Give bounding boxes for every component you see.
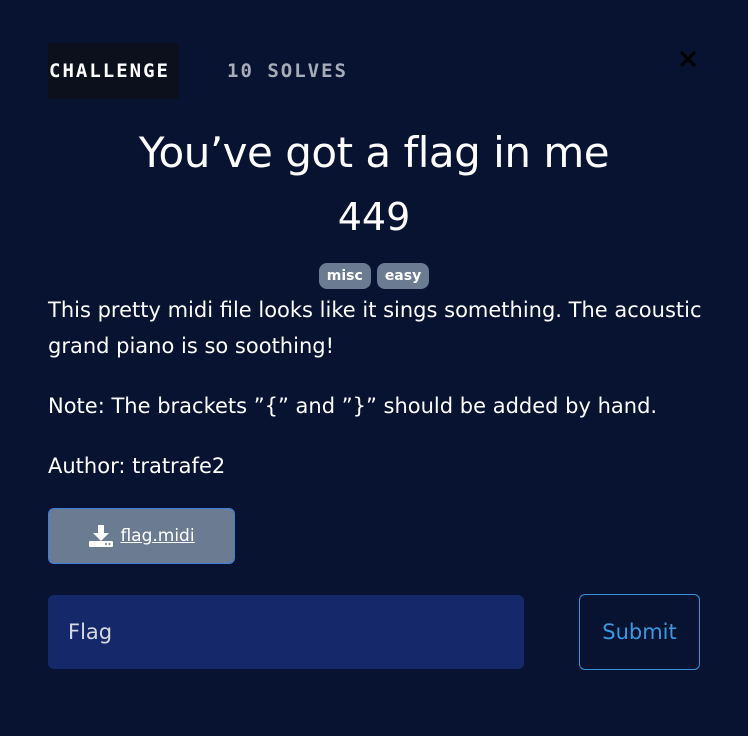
- download-file-label: flag.midi: [120, 526, 195, 546]
- tab-solves-label: 10 SOLVES: [227, 60, 348, 82]
- close-icon: [680, 51, 696, 67]
- challenge-description: This pretty midi file looks like it sing…: [48, 292, 708, 508]
- challenge-modal: CHALLENGE 10 SOLVES You’ve got a flag in…: [0, 0, 748, 736]
- tab-solves[interactable]: 10 SOLVES: [227, 43, 348, 99]
- tag-easy: easy: [376, 263, 430, 289]
- modal-tab-bar: CHALLENGE 10 SOLVES: [48, 43, 348, 99]
- close-button[interactable]: [677, 48, 699, 70]
- download-icon: [89, 525, 114, 547]
- tag-misc: misc: [318, 263, 371, 289]
- flag-input[interactable]: [48, 595, 524, 669]
- description-author: Author: tratrafe2: [48, 454, 226, 478]
- tag-list: misc easy: [0, 263, 748, 289]
- download-file-button[interactable]: flag.midi: [48, 508, 235, 564]
- description-note: Note: The brackets ”{” and ”}” should be…: [48, 394, 658, 418]
- description-text: This pretty midi file looks like it sing…: [48, 298, 702, 358]
- challenge-points: 449: [337, 195, 411, 239]
- submit-button[interactable]: Submit: [579, 594, 700, 670]
- challenge-title: You’ve got a flag in me: [138, 128, 610, 177]
- tab-challenge-label: CHALLENGE: [49, 60, 170, 82]
- tab-challenge[interactable]: CHALLENGE: [48, 43, 179, 99]
